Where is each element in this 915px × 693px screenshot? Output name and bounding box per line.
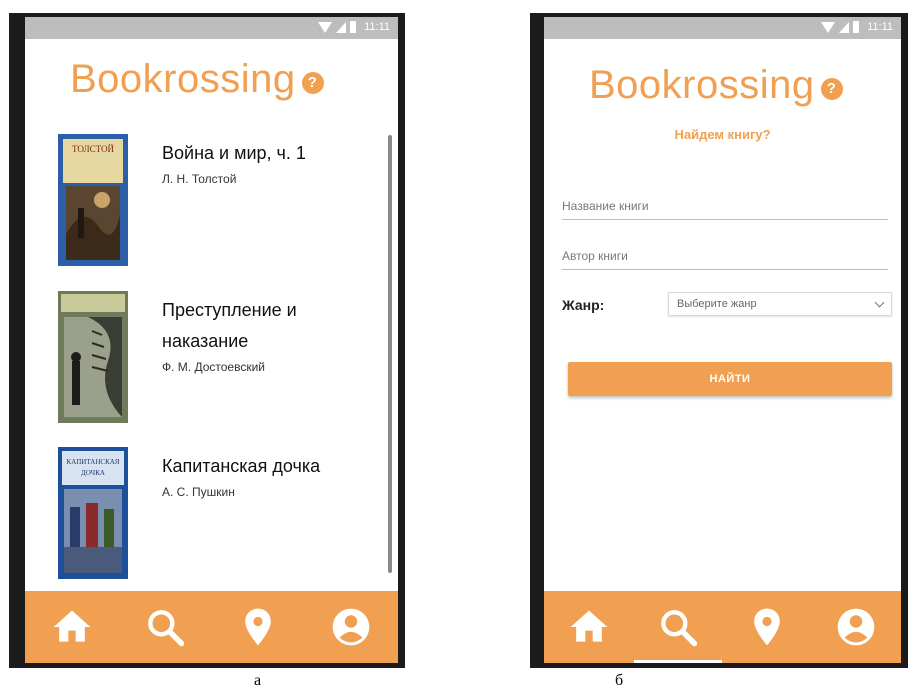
- cover-text: ТОЛСТОЙ: [72, 144, 114, 154]
- genre-select[interactable]: Выберите жанр: [668, 292, 892, 316]
- search-screen: 11:11 Bookrossing ? Найдем книгу? Жанр: …: [544, 17, 901, 663]
- book-author: А. С. Пушкин: [162, 485, 235, 499]
- status-bar: 11:11: [544, 17, 901, 39]
- active-tab-indicator: [633, 660, 722, 663]
- nav-search[interactable]: [135, 597, 195, 657]
- location-icon: [754, 608, 780, 646]
- nav-location[interactable]: [737, 597, 797, 657]
- nav-home[interactable]: [559, 597, 619, 657]
- status-icons: 11:11: [821, 21, 893, 33]
- wifi-icon: [318, 21, 333, 33]
- book-author: Л. Н. Толстой: [162, 172, 237, 186]
- book-title: Война и мир, ч. 1: [162, 143, 306, 163]
- profile-icon: [838, 608, 875, 646]
- app-logo: Bookrossing ?: [589, 63, 843, 108]
- author-field[interactable]: [562, 243, 888, 270]
- help-icon[interactable]: ?: [301, 71, 324, 94]
- cover-text: КАПИТАНСКАЯ: [67, 458, 120, 466]
- profile-icon: [333, 608, 370, 646]
- figure-caption-b: б: [615, 672, 624, 689]
- nav-location[interactable]: [228, 597, 288, 657]
- battery-icon: [350, 21, 357, 33]
- home-icon: [53, 610, 90, 642]
- app-logo: Bookrossing ?: [70, 57, 324, 102]
- book-title-wrap: Преступление и наказание Ф. М. Достоевск…: [162, 295, 352, 375]
- nav-profile[interactable]: [826, 597, 886, 657]
- genre-select-value: Выберите жанр: [677, 298, 757, 310]
- phone-frame-search: 11:11 Bookrossing ? Найдем книгу? Жанр: …: [530, 13, 908, 668]
- home-icon: [570, 610, 607, 642]
- book-title-wrap: Капитанская дочка А. С. Пушкин: [162, 451, 352, 500]
- search-icon: [148, 610, 185, 647]
- book-title-wrap: Война и мир, ч. 1 Л. Н. Толстой: [162, 138, 352, 187]
- chevron-down-icon: [874, 297, 885, 307]
- book-author: Ф. М. Достоевский: [162, 360, 265, 374]
- book-item[interactable]: Преступление и наказание Ф. М. Достоевск…: [58, 291, 358, 423]
- help-icon[interactable]: ?: [820, 77, 843, 100]
- bottom-nav: [544, 591, 901, 663]
- status-time: 11:11: [364, 21, 390, 33]
- signal-icon: [336, 21, 347, 33]
- book-cover-image: [58, 291, 128, 423]
- status-time: 11:11: [867, 21, 893, 33]
- battery-icon: [853, 21, 860, 33]
- wifi-icon: [821, 21, 836, 33]
- app-title: Bookrossing: [70, 57, 296, 101]
- book-item[interactable]: ТОЛСТОЙ Война и мир, ч. 1 Л. Н. Толстой: [58, 134, 358, 266]
- phone-frame-list: 11:11 Bookrossing ? ТОЛСТОЙ Война и мир,…: [9, 13, 405, 668]
- book-name-input[interactable]: [562, 193, 888, 219]
- nav-search[interactable]: [633, 597, 722, 663]
- status-icons: 11:11: [318, 21, 390, 33]
- book-name-field[interactable]: [562, 193, 888, 220]
- find-button[interactable]: НАЙТИ: [568, 362, 892, 396]
- book-item[interactable]: КАПИТАНСКАЯ ДОЧКА Капитанская дочка А. С…: [58, 447, 358, 579]
- location-icon: [245, 608, 271, 646]
- signal-icon: [839, 21, 850, 33]
- search-subtitle: Найдем книгу?: [674, 127, 771, 142]
- book-title: Капитанская дочка: [162, 456, 321, 476]
- author-input[interactable]: [562, 243, 888, 269]
- nav-home[interactable]: [42, 597, 102, 657]
- bottom-nav: [25, 591, 398, 663]
- book-list-screen: 11:11 Bookrossing ? ТОЛСТОЙ Война и мир,…: [25, 17, 398, 663]
- scrollbar[interactable]: [388, 135, 392, 573]
- book-cover-image: ТОЛСТОЙ: [58, 134, 128, 266]
- app-title: Bookrossing: [589, 63, 815, 107]
- nav-profile[interactable]: [321, 597, 381, 657]
- status-bar: 11:11: [25, 17, 398, 39]
- figure-caption-a: а: [254, 672, 262, 689]
- book-cover-image: КАПИТАНСКАЯ ДОЧКА: [58, 447, 128, 579]
- search-icon: [661, 610, 698, 647]
- book-title: Преступление и наказание: [162, 300, 297, 351]
- cover-text: ДОЧКА: [81, 469, 105, 477]
- genre-label: Жанр:: [562, 297, 605, 313]
